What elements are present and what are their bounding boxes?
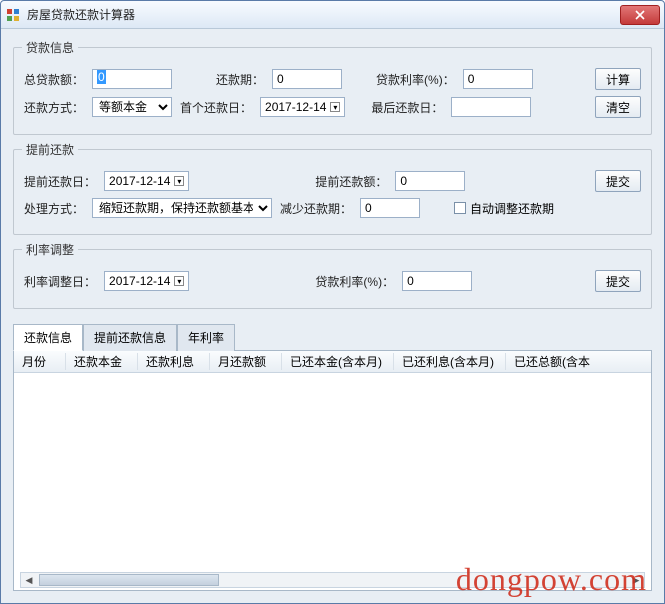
scroll-right-icon[interactable]: ▶ bbox=[628, 573, 644, 587]
prepay-amount-label: 提前还款额： bbox=[315, 173, 387, 190]
auto-adjust-checkbox[interactable]: 自动调整还款期 bbox=[454, 200, 554, 217]
tab-prepay-info[interactable]: 提前还款信息 bbox=[83, 324, 177, 351]
table-header: 月份 还款本金 还款利息 月还款额 已还本金(含本月) 已还利息(含本月) 已还… bbox=[14, 351, 651, 373]
method-label: 还款方式： bbox=[24, 99, 84, 116]
chevron-down-icon[interactable]: ▾ bbox=[330, 102, 340, 112]
first-date-picker[interactable]: 2017-12-14 ▾ bbox=[260, 97, 345, 117]
rate-input[interactable] bbox=[463, 69, 533, 89]
scroll-thumb[interactable] bbox=[39, 574, 219, 586]
rate-adjust-rate-input[interactable] bbox=[402, 271, 472, 291]
rate-label: 贷款利率(%)： bbox=[376, 71, 455, 88]
clear-button[interactable]: 清空 bbox=[595, 96, 641, 118]
rate-adjust-date-picker[interactable]: 2017-12-14 ▾ bbox=[104, 271, 189, 291]
tab-annual-rate[interactable]: 年利率 bbox=[177, 324, 235, 351]
scroll-left-icon[interactable]: ◀ bbox=[21, 573, 37, 587]
prepay-date-label: 提前还款日： bbox=[24, 173, 96, 190]
calc-button[interactable]: 计算 bbox=[595, 68, 641, 90]
window-title: 房屋贷款还款计算器 bbox=[27, 6, 620, 23]
last-date-label: 最后还款日： bbox=[371, 99, 443, 116]
periods-label: 还款期： bbox=[216, 71, 264, 88]
titlebar: 房屋贷款还款计算器 bbox=[1, 1, 664, 29]
rate-adjust-submit-button[interactable]: 提交 bbox=[595, 270, 641, 292]
col-paid-total[interactable]: 已还总额(含本 bbox=[506, 353, 616, 370]
first-date-value: 2017-12-14 bbox=[265, 100, 326, 114]
prepay-date-value: 2017-12-14 bbox=[109, 174, 170, 188]
auto-adjust-label: 自动调整还款期 bbox=[470, 200, 554, 217]
col-monthly[interactable]: 月还款额 bbox=[210, 353, 282, 370]
close-button[interactable] bbox=[620, 5, 660, 25]
handle-select[interactable]: 缩短还款期，保持还款额基本不变 bbox=[92, 198, 272, 218]
rate-adjust-date-value: 2017-12-14 bbox=[109, 274, 170, 288]
reduce-input[interactable] bbox=[360, 198, 420, 218]
tab-repay-info[interactable]: 还款信息 bbox=[13, 324, 83, 351]
rate-adjust-rate-label: 贷款利率(%)： bbox=[315, 273, 394, 290]
close-icon bbox=[635, 10, 645, 20]
prepay-date-picker[interactable]: 2017-12-14 ▾ bbox=[104, 171, 189, 191]
app-icon bbox=[5, 7, 21, 23]
prepay-legend: 提前还款 bbox=[22, 141, 78, 158]
result-table: 月份 还款本金 还款利息 月还款额 已还本金(含本月) 已还利息(含本月) 已还… bbox=[13, 351, 652, 591]
result-tabs: 还款信息 提前还款信息 年利率 bbox=[13, 323, 652, 351]
col-month[interactable]: 月份 bbox=[14, 353, 66, 370]
col-paid-interest[interactable]: 已还利息(含本月) bbox=[394, 353, 506, 370]
total-loan-label: 总贷款额： bbox=[24, 71, 84, 88]
chevron-down-icon[interactable]: ▾ bbox=[174, 176, 184, 186]
rate-adjust-legend: 利率调整 bbox=[22, 241, 78, 258]
checkbox-icon bbox=[454, 202, 466, 214]
last-date-input[interactable] bbox=[451, 97, 531, 117]
col-paid-principal[interactable]: 已还本金(含本月) bbox=[282, 353, 394, 370]
handle-label: 处理方式： bbox=[24, 200, 84, 217]
col-principal[interactable]: 还款本金 bbox=[66, 353, 138, 370]
rate-adjust-group: 利率调整 利率调整日： 2017-12-14 ▾ 贷款利率(%)： 提交 bbox=[13, 249, 652, 309]
col-interest[interactable]: 还款利息 bbox=[138, 353, 210, 370]
loan-info-group: 贷款信息 总贷款额： 0 还款期： 贷款利率(%)： 计算 还款方式： 等额本金… bbox=[13, 47, 652, 135]
rate-adjust-date-label: 利率调整日： bbox=[24, 273, 96, 290]
prepay-group: 提前还款 提前还款日： 2017-12-14 ▾ 提前还款额： 提交 处理方式：… bbox=[13, 149, 652, 235]
chevron-down-icon[interactable]: ▾ bbox=[174, 276, 184, 286]
prepay-submit-button[interactable]: 提交 bbox=[595, 170, 641, 192]
total-loan-input[interactable]: 0 bbox=[92, 69, 172, 89]
prepay-amount-input[interactable] bbox=[395, 171, 465, 191]
reduce-label: 减少还款期： bbox=[280, 200, 352, 217]
loan-legend: 贷款信息 bbox=[22, 39, 78, 56]
first-date-label: 首个还款日： bbox=[180, 99, 252, 116]
periods-input[interactable] bbox=[272, 69, 342, 89]
horizontal-scrollbar[interactable]: ◀ ▶ bbox=[20, 572, 645, 588]
method-select[interactable]: 等额本金 bbox=[92, 97, 172, 117]
